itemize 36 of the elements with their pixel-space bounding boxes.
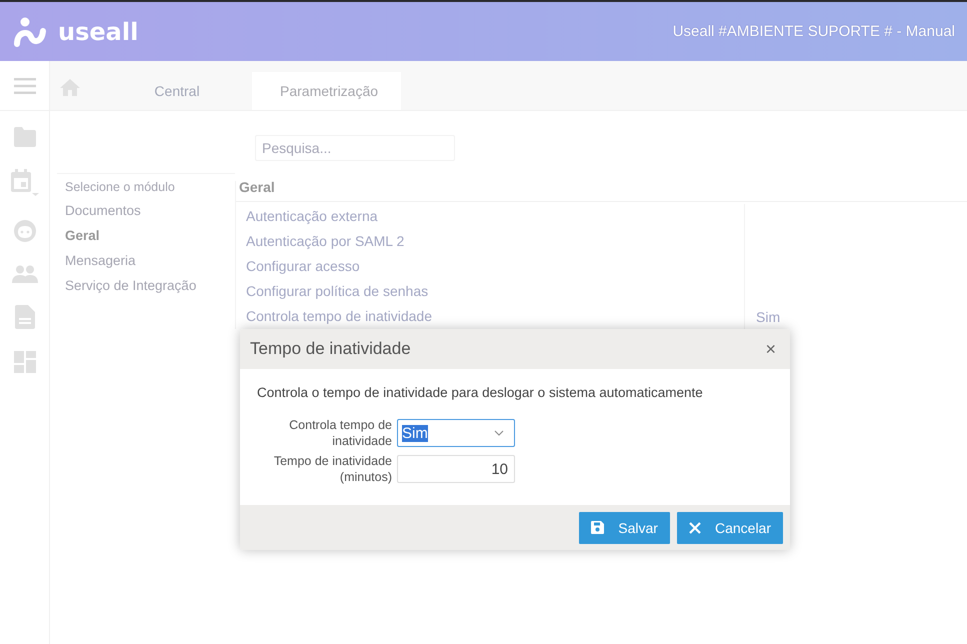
cancel-button[interactable]: Cancelar	[676, 512, 783, 544]
calendar-icon[interactable]	[10, 169, 40, 197]
close-button[interactable]: ×	[761, 338, 780, 360]
people-icon[interactable]	[12, 265, 38, 283]
field-label: Controla tempo de inatividade	[288, 417, 392, 449]
logo-icon	[14, 16, 48, 46]
dialog-description: Controla o tempo de inatividade para deslogar o sistema automaticamente	[257, 385, 704, 400]
logo-text: useall	[58, 18, 138, 46]
module-item[interactable]: Mensageria	[57, 248, 235, 273]
home-icon[interactable]	[60, 79, 80, 96]
number-field[interactable]: 10	[397, 455, 515, 483]
setting-value: Sim	[756, 308, 780, 324]
menu-icon[interactable]	[14, 78, 36, 94]
setting-name[interactable]: Configurar acesso	[236, 254, 745, 279]
section-title: Geral	[238, 179, 276, 197]
caret-icon	[494, 430, 504, 436]
search-field[interactable]: Pesquisa...	[255, 135, 455, 161]
setting-name[interactable]: Autenticação por SAML 2	[236, 229, 745, 254]
dropdown[interactable]: Sim	[397, 419, 515, 447]
dashboard-icon[interactable]	[14, 351, 36, 373]
close-icon	[688, 522, 701, 534]
module-item[interactable]: Documentos	[57, 198, 235, 223]
tab[interactable]: Central	[102, 72, 252, 110]
module-item[interactable]: Serviço de Integração	[57, 273, 235, 298]
module-list-title: Selecione o módulo	[64, 179, 176, 196]
setting-name[interactable]: Configurar política de senhas	[236, 279, 745, 304]
document-icon[interactable]	[14, 305, 34, 329]
save-button[interactable]: Salvar	[579, 512, 670, 544]
dialog-title: Tempo de inatividade	[250, 339, 411, 359]
folder-icon[interactable]	[12, 127, 36, 147]
setting-name[interactable]: Autenticação externa	[236, 204, 745, 229]
field-label: Tempo de inatividade (minutos)	[272, 453, 392, 485]
window-title: Useall #AMBIENTE SUPORTE # - Manual	[672, 23, 955, 40]
module-item[interactable]: Geral	[57, 223, 235, 248]
face-icon[interactable]	[12, 219, 36, 243]
tab[interactable]: Parametrização	[252, 72, 401, 110]
